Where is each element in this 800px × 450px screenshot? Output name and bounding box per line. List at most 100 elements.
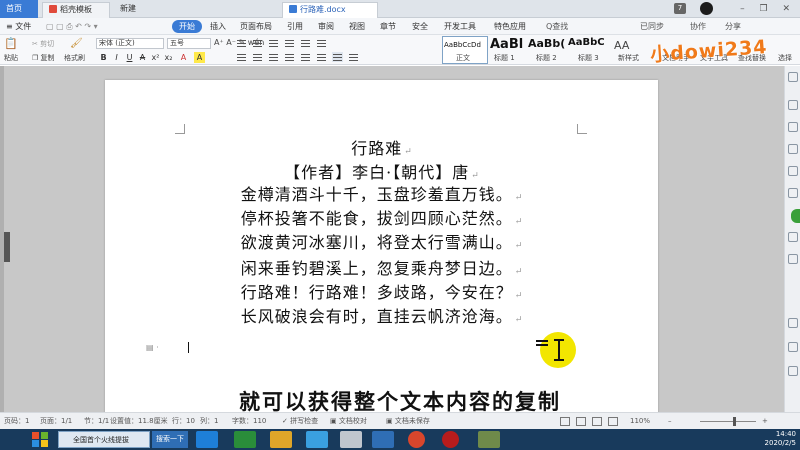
rail-translate-icon[interactable]: [788, 254, 798, 264]
style-h2-sample[interactable]: AaBb(: [528, 37, 565, 50]
italic-button[interactable]: I: [111, 52, 122, 63]
poem-title[interactable]: 行路难 ↵: [105, 138, 658, 163]
format-painter-button[interactable]: 格式刷: [64, 53, 85, 63]
share-button[interactable]: 分享: [725, 18, 741, 35]
align-left-icon[interactable]: [236, 52, 247, 62]
tab-document[interactable]: 行路难.docx: [282, 2, 378, 18]
taskbar-search-button[interactable]: 搜索一下: [152, 431, 188, 448]
rail-chevron-icon[interactable]: [788, 72, 798, 82]
poem-line-6[interactable]: 长风破浪会有时，直挂云帆济沧海。 ↵: [105, 306, 658, 331]
indent-icon[interactable]: [284, 38, 295, 48]
zoom-slider[interactable]: [700, 421, 756, 422]
rail-shapes-icon[interactable]: [788, 166, 798, 176]
underline-button[interactable]: U: [124, 52, 135, 63]
zoom-level[interactable]: 110%: [630, 413, 650, 430]
justify-icon[interactable]: [284, 52, 295, 62]
rail-share-icon[interactable]: [788, 342, 798, 352]
ie-browser-icon[interactable]: [196, 431, 218, 448]
rail-paint-icon[interactable]: [788, 144, 798, 154]
superscript-button[interactable]: x²: [150, 52, 161, 63]
wps-writer-icon[interactable]: [372, 431, 394, 448]
view-reading-icon[interactable]: [608, 417, 618, 426]
zoom-in-icon[interactable]: +: [762, 413, 768, 430]
menu-view[interactable]: 视图: [349, 18, 365, 35]
style-h1-sample[interactable]: AaBl: [490, 37, 523, 52]
status-words[interactable]: 字数：110: [232, 413, 266, 430]
cut-button[interactable]: ✂ 剪切: [32, 39, 54, 49]
select-label[interactable]: 选择: [778, 53, 792, 63]
poem-line-2[interactable]: 停杯投箸不能食，拔剑四顾心茫然。 ↵: [105, 208, 658, 233]
view-page-icon[interactable]: [560, 417, 570, 426]
misc-app-icon[interactable]: [478, 431, 500, 448]
subscript-button[interactable]: x₂: [163, 52, 174, 63]
rail-more-icon[interactable]: [788, 366, 798, 376]
menu-file[interactable]: ≡ 文件: [6, 18, 31, 35]
align-center-icon[interactable]: [252, 52, 263, 62]
rail-help-icon[interactable]: [788, 318, 798, 328]
store-icon[interactable]: [234, 431, 256, 448]
cloud-app-icon[interactable]: [306, 431, 328, 448]
tab-home[interactable]: 首页: [0, 0, 38, 18]
menu-special[interactable]: 特色应用: [494, 18, 526, 35]
spellcheck-toggle[interactable]: ✓ 拼写检查: [282, 413, 318, 430]
window-controls[interactable]: – ❐ ✕: [706, 2, 796, 16]
show-marks-icon[interactable]: [316, 38, 327, 48]
network-app-icon[interactable]: [340, 431, 362, 448]
shading-icon[interactable]: [332, 52, 343, 62]
poem-line-5[interactable]: 行路难！行路难！多歧路，今安在？ ↵: [105, 282, 658, 307]
rail-settings-icon[interactable]: [788, 232, 798, 242]
bullet-list-icon[interactable]: [236, 38, 247, 48]
paragraph-layout-icon[interactable]: ▤ ·: [146, 343, 159, 352]
menu-insert[interactable]: 插入: [210, 18, 226, 35]
copy-button[interactable]: ❐ 复制: [32, 53, 55, 63]
poem-line-1[interactable]: 金樽清酒斗十千，玉盘珍羞直万钱。 ↵: [105, 184, 658, 209]
menu-review[interactable]: 审阅: [318, 18, 334, 35]
rail-green-tab-icon[interactable]: [791, 209, 800, 223]
proofread-button[interactable]: ▣ 文档校对: [330, 413, 367, 430]
record-icon[interactable]: [442, 431, 459, 448]
menu-home[interactable]: 开始: [172, 20, 202, 33]
file-explorer-icon[interactable]: [270, 431, 292, 448]
menu-security[interactable]: 安全: [412, 18, 428, 35]
outdent-icon[interactable]: [268, 38, 279, 48]
menu-page-layout[interactable]: 页面布局: [240, 18, 272, 35]
bold-button[interactable]: B: [98, 52, 109, 63]
new-style-label[interactable]: 新样式: [618, 53, 639, 63]
menu-developer[interactable]: 开发工具: [444, 18, 476, 35]
font-size-select[interactable]: 五号: [167, 38, 211, 49]
windows-start-icon[interactable]: [32, 431, 50, 448]
sync-status[interactable]: 已同步: [640, 18, 664, 35]
paste-button[interactable]: 粘贴: [4, 53, 18, 63]
notification-badge[interactable]: 7: [674, 3, 686, 14]
line-spacing-icon[interactable]: [316, 52, 327, 62]
strikethrough-button[interactable]: A: [137, 52, 148, 63]
rail-cursor-icon[interactable]: [788, 100, 798, 110]
zoom-out-icon[interactable]: –: [668, 413, 672, 430]
poem-line-3[interactable]: 欲渡黄河冰塞川，将登太行雪满山。 ↵: [105, 232, 658, 257]
new-style-icon[interactable]: AA: [614, 39, 629, 52]
menu-chapter[interactable]: 章节: [380, 18, 396, 35]
paste-icon[interactable]: 📋: [4, 37, 18, 50]
view-web-icon[interactable]: [592, 417, 602, 426]
font-name-select[interactable]: 宋体 (正文): [96, 38, 164, 49]
taskbar-search-input[interactable]: 全国首个火线提拔: [58, 431, 150, 448]
rail-backup-icon[interactable]: [788, 188, 798, 198]
collab-button[interactable]: 协作: [690, 18, 706, 35]
menu-references[interactable]: 引用: [287, 18, 303, 35]
menu-search[interactable]: Q查找: [546, 20, 568, 33]
align-right-icon[interactable]: [268, 52, 279, 62]
quick-access-icons[interactable]: ▢ ▢ ⎙ ↶ ↷ ▾: [46, 18, 98, 35]
style-h3-sample[interactable]: AaBbC: [568, 37, 605, 48]
highlight-button[interactable]: A: [194, 52, 205, 63]
document-page[interactable]: 行路难 ↵ 【作者】李白·【朝代】唐 ↵ 金樽清酒斗十千，玉盘珍羞直万钱。 ↵ 停杯投…: [105, 80, 658, 420]
rail-style-icon[interactable]: [788, 122, 798, 132]
view-outline-icon[interactable]: [576, 417, 586, 426]
font-color-button[interactable]: A: [178, 52, 189, 63]
poem-line-4[interactable]: 闲来垂钓碧溪上，忽复乘舟梦日边。 ↵: [105, 258, 658, 283]
zoom-slider-thumb[interactable]: [733, 417, 736, 426]
tab-templates[interactable]: 稻壳模板: [42, 2, 110, 18]
save-status[interactable]: ▣ 文档未保存: [386, 413, 430, 430]
chrome-icon[interactable]: [408, 431, 425, 448]
sort-icon[interactable]: [300, 38, 311, 48]
border-icon[interactable]: [348, 52, 359, 62]
